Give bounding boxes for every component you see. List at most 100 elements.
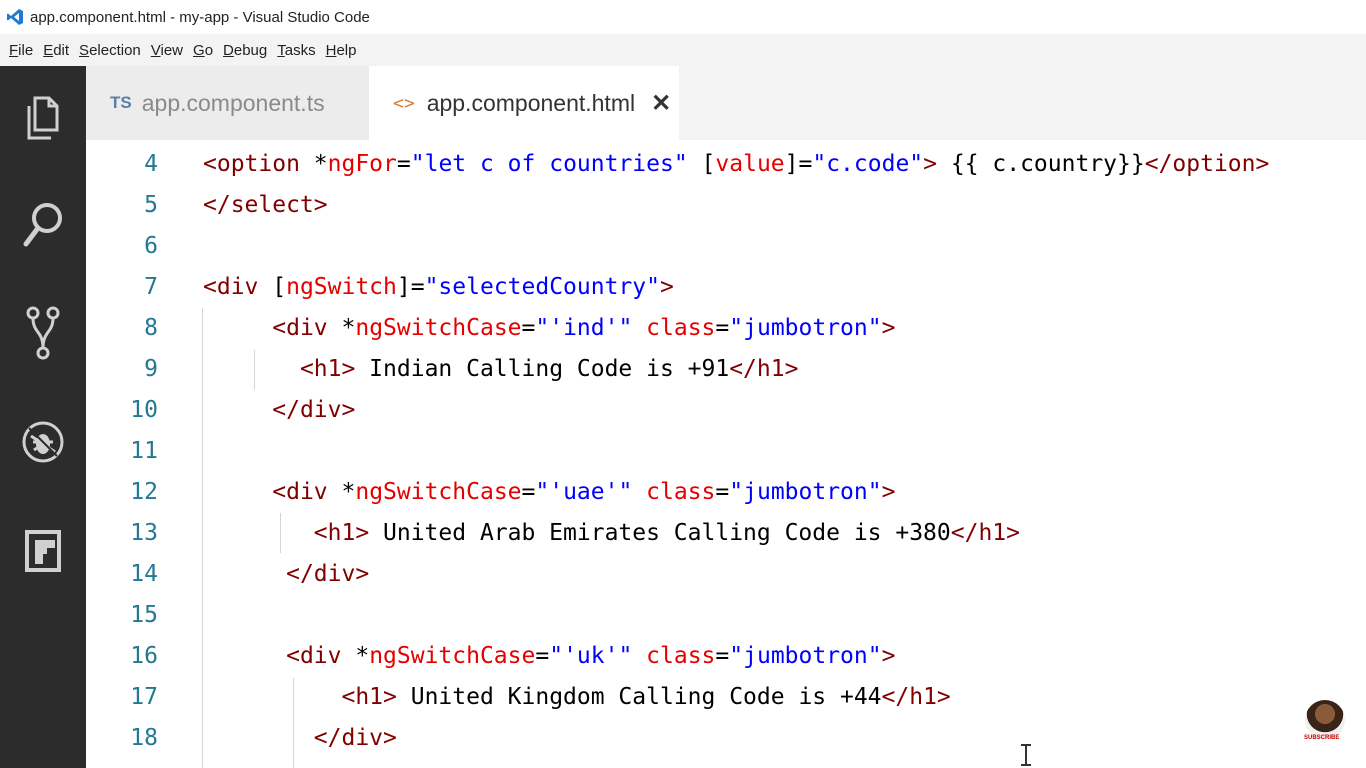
- line-number: 13: [130, 520, 158, 546]
- line-number: 5: [144, 192, 158, 218]
- code-line[interactable]: 6: [86, 226, 1366, 267]
- code-line[interactable]: 16 <div *ngSwitchCase="'uk'" class="jumb…: [86, 636, 1366, 677]
- code-token: [: [258, 274, 287, 300]
- explorer-icon[interactable]: [18, 90, 68, 146]
- menu-accelerator: F: [9, 41, 19, 59]
- tab-app-component-html[interactable]: <> app.component.html ✕: [369, 66, 679, 140]
- code-token: </div>: [313, 725, 397, 751]
- code-token: United Arab Emirates Calling Code is +38…: [369, 520, 951, 546]
- subscribe-label[interactable]: SUBSCRIBE: [1304, 735, 1339, 741]
- code-token: <h1>: [313, 520, 370, 546]
- typescript-file-icon: TS: [110, 93, 132, 112]
- menu-item-selection[interactable]: Selection: [78, 40, 142, 61]
- code-token: <div: [272, 479, 328, 505]
- code-line[interactable]: 11: [86, 431, 1366, 472]
- line-code: <h1> Indian Calling Code is +91</h1>: [203, 349, 799, 390]
- code-line[interactable]: 18 </div>: [86, 718, 1366, 759]
- line-code: <div *ngSwitchCase="'uae'" class="jumbot…: [203, 472, 895, 513]
- code-line[interactable]: 4 <option *ngFor="let c of countries" [va…: [86, 144, 1366, 185]
- menu-item-help[interactable]: Help: [325, 40, 358, 61]
- channel-avatar[interactable]: [1305, 700, 1345, 740]
- code-token: <option: [203, 151, 300, 177]
- line-number: 9: [144, 356, 158, 382]
- code-token: "'uae'": [535, 479, 633, 505]
- code-token: >: [659, 274, 674, 300]
- line-number: 4: [144, 151, 158, 177]
- code-token: >: [881, 315, 896, 341]
- line-number: 7: [144, 274, 158, 300]
- menu-label: election: [89, 41, 141, 59]
- code-line[interactable]: 8 <div *ngSwitchCase="'ind'" class="jumb…: [86, 308, 1366, 349]
- code-token: <h1>: [299, 356, 356, 382]
- code-line[interactable]: 12 <div *ngSwitchCase="'uae'" class="jum…: [86, 472, 1366, 513]
- tab-bar: TS app.component.ts <> app.component.htm…: [86, 66, 1366, 140]
- line-number: 10: [130, 397, 158, 423]
- line-code: </div>: [203, 718, 397, 759]
- line-number: 14: [130, 561, 158, 587]
- menu-accelerator: S: [79, 41, 90, 59]
- line-number: 8: [144, 315, 158, 341]
- menu-item-go[interactable]: Go: [192, 40, 214, 61]
- debug-icon[interactable]: [18, 414, 68, 470]
- line-code: <div [ngSwitch]="selectedCountry">: [203, 267, 674, 308]
- menu-item-view[interactable]: View: [150, 40, 184, 61]
- menu-accelerator: D: [223, 41, 234, 59]
- line-code: </select>: [203, 185, 328, 226]
- tab-app-component-ts[interactable]: TS app.component.ts: [86, 66, 369, 140]
- menu-accelerator: T: [277, 41, 285, 59]
- menu-accelerator: G: [193, 41, 205, 59]
- code-line[interactable]: 5 </select>: [86, 185, 1366, 226]
- code-line[interactable]: 14 </div>: [86, 554, 1366, 595]
- code-token: ngFor: [327, 151, 397, 177]
- code-line[interactable]: 17 <h1> United Kingdom Calling Code is +…: [86, 677, 1366, 718]
- code-token: Indian Calling Code is +91: [355, 356, 730, 382]
- code-token: </h1>: [950, 520, 1021, 546]
- code-token: ]=: [396, 274, 425, 300]
- menu-item-edit[interactable]: Edit: [42, 40, 70, 61]
- line-code: <div *ngSwitchCase="'uk'" class="jumbotr…: [203, 636, 895, 677]
- close-icon[interactable]: ✕: [651, 89, 671, 118]
- code-line[interactable]: 15: [86, 595, 1366, 636]
- code-token: ngSwitchCase: [369, 643, 536, 669]
- code-token: *: [299, 151, 328, 177]
- menu-bar: File Edit Selection View Go Debug Tasks Help: [0, 34, 1366, 66]
- code-token: >: [923, 151, 937, 177]
- menu-item-tasks[interactable]: Tasks: [276, 40, 316, 61]
- code-token: </h1>: [881, 684, 951, 710]
- code-token: value: [715, 151, 785, 177]
- code-token: ngSwitch: [286, 274, 397, 300]
- line-code: <div *ngSwitchCase="'ind'" class="jumbot…: [203, 308, 895, 349]
- code-token: *: [327, 479, 356, 505]
- vscode-logo-icon: [7, 9, 23, 25]
- line-code: <h1> United Arab Emirates Calling Code i…: [203, 513, 1020, 554]
- code-token: "c.code": [812, 151, 924, 177]
- code-token: "let c of countries": [410, 151, 688, 177]
- code-editor[interactable]: 4 <option *ngFor="let c of countries" [va…: [86, 140, 1366, 768]
- source-control-icon[interactable]: [18, 306, 68, 362]
- code-token: >: [881, 643, 896, 669]
- line-number: 18: [130, 725, 158, 751]
- extensions-icon[interactable]: [18, 522, 68, 578]
- line-number: 11: [130, 438, 158, 464]
- menu-item-file[interactable]: File: [8, 40, 34, 61]
- menu-label: ebug: [233, 41, 268, 59]
- code-line[interactable]: 13 <h1> United Arab Emirates Calling Cod…: [86, 513, 1366, 554]
- code-token: ]=: [784, 151, 813, 177]
- menu-item-debug[interactable]: Debug: [222, 40, 268, 61]
- code-line[interactable]: 9 <h1> Indian Calling Code is +91</h1>: [86, 349, 1366, 390]
- line-number: 16: [130, 643, 158, 669]
- search-icon[interactable]: [18, 198, 68, 254]
- code-token: <h1>: [341, 684, 397, 710]
- code-token: "jumbotron": [729, 643, 882, 669]
- menu-label: o: [204, 41, 214, 59]
- code-line[interactable]: 7 <div [ngSwitch]="selectedCountry">: [86, 267, 1366, 308]
- code-line[interactable]: 10 </div>: [86, 390, 1366, 431]
- code-token: "selectedCountry": [424, 274, 660, 300]
- code-token: </div>: [272, 397, 356, 423]
